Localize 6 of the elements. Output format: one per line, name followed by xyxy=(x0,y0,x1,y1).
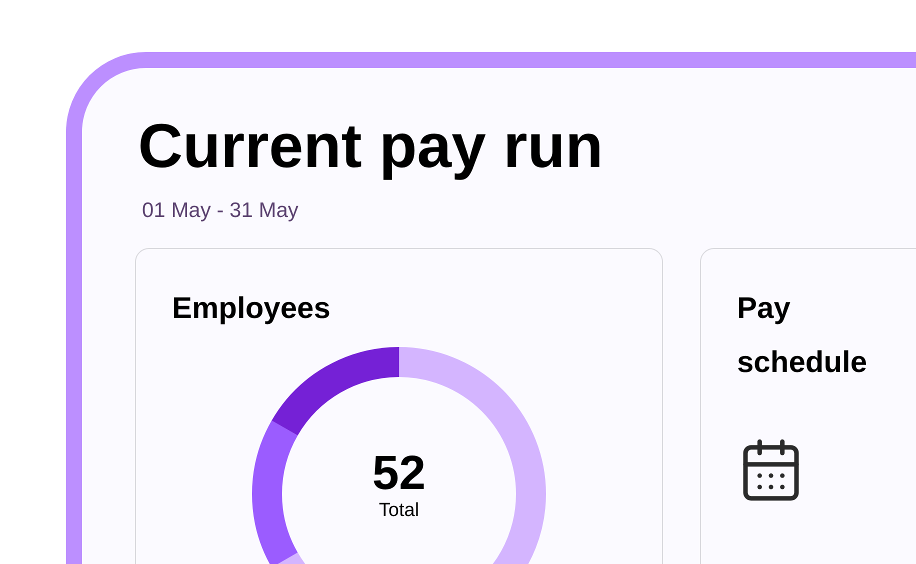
card-title: Employees xyxy=(172,291,332,327)
page-title: Current pay run xyxy=(138,112,604,182)
date-range: 01 May - 31 May xyxy=(142,198,300,224)
total-value: 52 xyxy=(372,448,426,500)
card-title: Pay schedule xyxy=(737,291,868,381)
total-label: Total xyxy=(378,500,420,522)
